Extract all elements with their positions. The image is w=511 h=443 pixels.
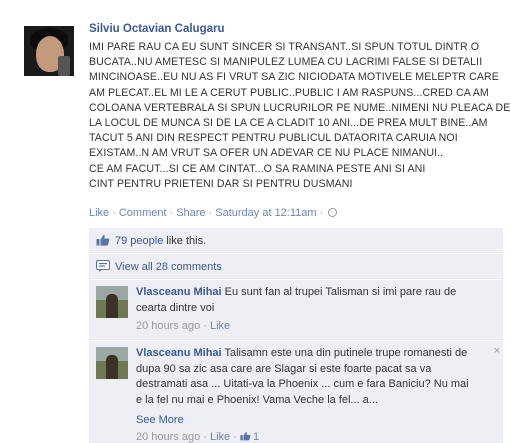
comment-line: Vlasceanu Mihai Eu sunt fan al trupei Ta… <box>136 285 494 301</box>
comment-line: Vlasceanu Mihai Talisamn este una din pu… <box>136 346 494 362</box>
comment-text: Eu sunt fan al trupei Talisman si imi pa… <box>224 286 457 298</box>
comment-like-link[interactable]: Like <box>210 320 230 332</box>
comment-link[interactable]: Comment <box>119 207 167 219</box>
thumbs-up-icon <box>96 234 110 246</box>
message-line: EXISTAM..N AM VRUT SA OFER UN ADEVAR CE … <box>89 147 444 160</box>
commenter-avatar[interactable] <box>96 347 128 379</box>
comment-body: Vlasceanu Mihai Eu sunt fan al trupei Ta… <box>136 285 494 316</box>
share-link[interactable]: Share <box>176 207 205 219</box>
avatar-person <box>106 355 118 379</box>
separator: · <box>169 207 174 219</box>
comment-text: Talisamn este una din putinele trupe rom… <box>224 347 468 359</box>
message-line: MINCINOASE..EU NU AS FI VRUT SA ZIC NICI… <box>89 71 499 84</box>
author-avatar[interactable] <box>24 26 74 76</box>
see-more-link[interactable]: See More <box>136 414 184 426</box>
message-line: LA LOCUL DE MUNCA SI DE LA CE A CLADIT 1… <box>89 117 488 130</box>
likes-summary: 79 people like this. <box>89 228 503 253</box>
comment-meta: 20 hours ago · Like · 1 <box>136 431 260 443</box>
thumbs-up-icon <box>240 432 251 441</box>
message-line: COLOANA VERTEBRALA SI SPUN LUCRURILOR PE… <box>89 101 511 114</box>
comment-item: × Vlasceanu Mihai Talisamn este una din … <box>89 341 503 443</box>
message-line: CINT PENTRU PRIETENI DAR SI PENTRU DUSMA… <box>89 177 353 190</box>
post-author-name[interactable]: Silviu Octavian Calugaru <box>89 23 224 35</box>
news-feed-post: Silviu Octavian Calugaru IMI PARE RAU CA… <box>0 0 511 443</box>
view-all-comments-row[interactable]: View all 28 comments <box>89 254 503 279</box>
comment-line: dupa 90 sa zic asa care are Slagar si es… <box>136 362 432 375</box>
commenter-name[interactable]: Vlasceanu Mihai <box>136 347 222 359</box>
message-line: CE AM FACUT...SI CE AM CINTAT...O SA RAM… <box>89 162 426 175</box>
like-link[interactable]: Like <box>89 207 109 219</box>
comment-time[interactable]: 20 hours ago <box>136 320 200 332</box>
comment-line: cearta dintre voi <box>136 301 215 314</box>
likes-suffix: like this. <box>163 235 207 247</box>
avatar-person <box>106 294 118 318</box>
comment-like-count[interactable]: 1 <box>253 431 259 443</box>
commenter-name[interactable]: Vlasceanu Mihai <box>136 286 222 298</box>
comment-item: Vlasceanu Mihai Eu sunt fan al trupei Ta… <box>89 280 503 340</box>
comment-line: e la fel nu mai e Phoenix! Vama Veche la… <box>136 393 378 406</box>
comment-line: destramati asa ... Uitati-va la Phoenix … <box>136 378 469 390</box>
message-line: TACUT 5 ANI DIN RESPECT PENTRU PUBLICUL … <box>89 132 458 145</box>
separator: · <box>208 207 213 219</box>
commenter-avatar[interactable] <box>96 286 128 318</box>
message-line: AM PLECAT..EL MI LE A CERUT PUBLIC..PUBL… <box>89 86 489 99</box>
message-line: IMI PARE RAU CA EU SUNT SINCER SI TRANSA… <box>89 41 480 53</box>
post-actions: Like · Comment · Share · Saturday at 12:11am · <box>89 207 338 219</box>
separator: · <box>319 207 324 219</box>
separator: · <box>112 207 116 219</box>
close-icon[interactable]: × <box>494 345 500 357</box>
avatar-microphone <box>58 56 70 76</box>
comment-body: Vlasceanu Mihai Talisamn este una din pu… <box>136 346 494 408</box>
message-line: BUCATA..NU AMETESC SI MANIPULEZ LUMEA CU… <box>89 56 483 69</box>
comment-bubble-icon <box>96 260 110 272</box>
globe-icon <box>328 208 338 217</box>
view-all-comments-link[interactable]: View all 28 comments <box>115 261 222 273</box>
comment-time[interactable]: 20 hours ago <box>136 431 200 443</box>
likes-count-link[interactable]: 79 people <box>115 235 163 247</box>
post-message: IMI PARE RAU CA EU SUNT SINCER SI TRANSA… <box>89 40 511 192</box>
comment-meta: 20 hours ago · Like <box>136 320 231 332</box>
post-timestamp[interactable]: Saturday at 12:11am <box>215 207 316 219</box>
comment-like-link[interactable]: Like <box>210 431 230 443</box>
